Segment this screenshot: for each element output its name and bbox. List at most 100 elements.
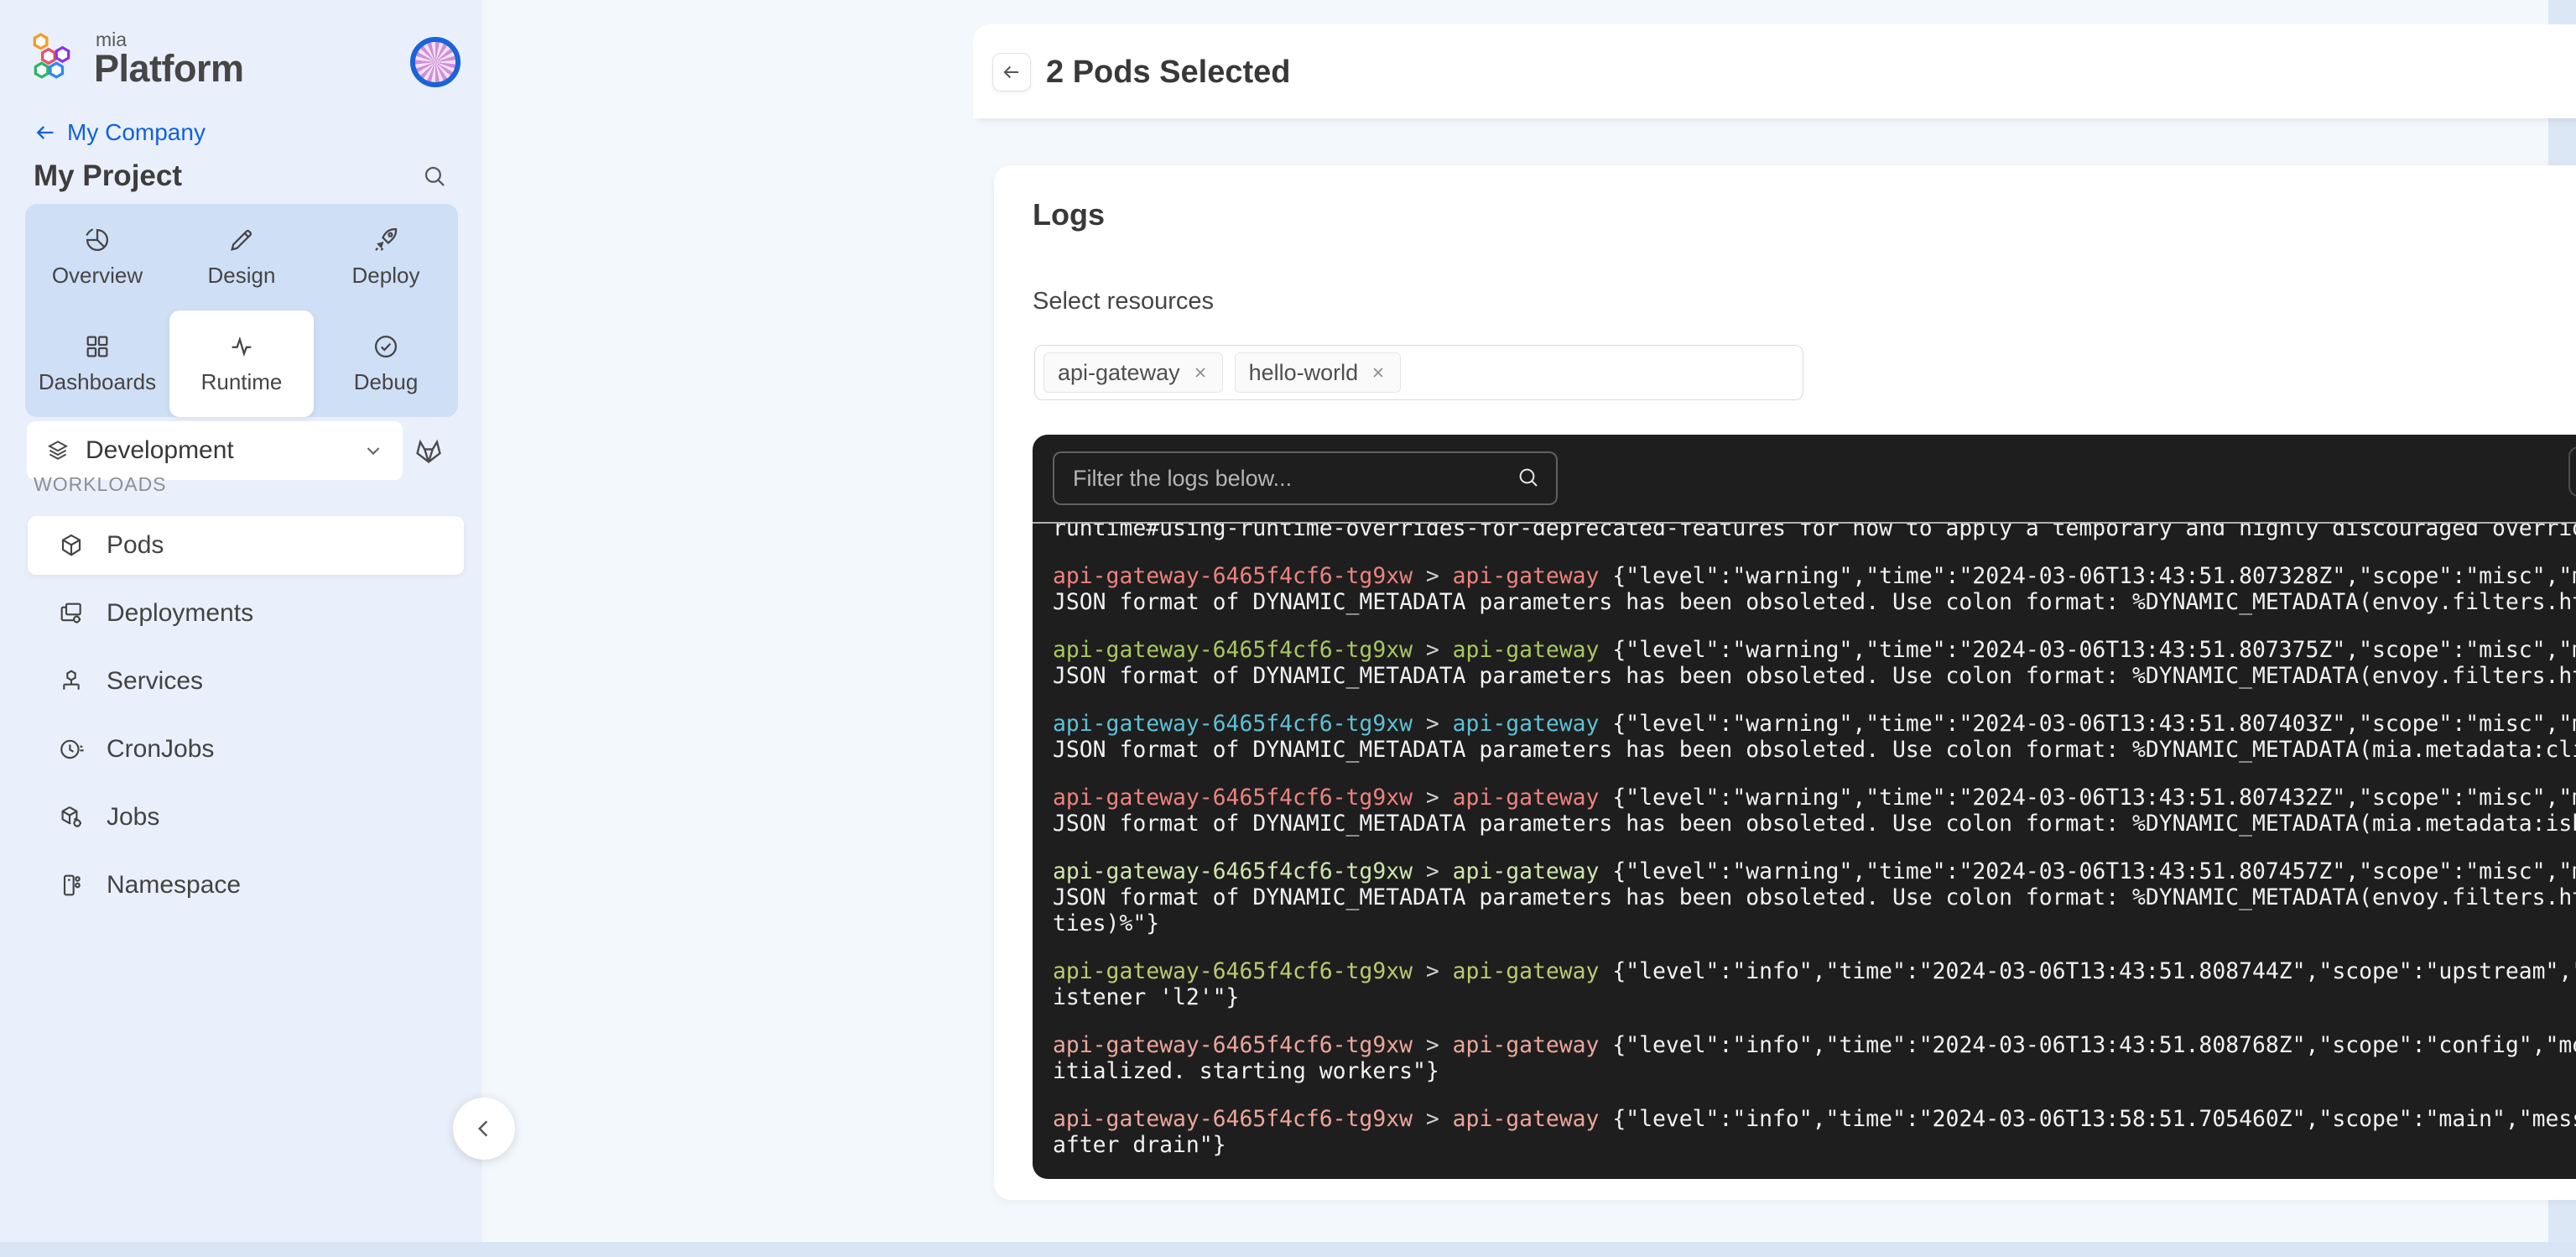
arrow-left-icon xyxy=(36,126,54,139)
log-filter-input[interactable] xyxy=(1053,451,1558,505)
rocket-icon xyxy=(375,227,398,251)
container-name: api-gateway xyxy=(1452,958,1600,984)
sidebar-collapse-button[interactable] xyxy=(453,1098,515,1160)
section-nav: Overview Design Deploy Dashboards Runtim… xyxy=(25,204,458,417)
pod-container-separator: > xyxy=(1413,1106,1453,1132)
container-name: api-gateway xyxy=(1452,858,1600,884)
log-entry: api-gateway-6465f4cf6-tg9xw > api-gatewa… xyxy=(1053,785,2576,837)
tab-overview[interactable]: Overview xyxy=(25,204,169,310)
log-entry: api-gateway-6465f4cf6-tg9xw > api-gatewa… xyxy=(1053,1106,2576,1158)
check-circle-icon xyxy=(374,335,398,358)
avatar[interactable] xyxy=(410,37,461,87)
sidebar-item-cronjobs[interactable]: CronJobs xyxy=(28,720,464,779)
page-header: 2 Pods Selected Restart Pods xyxy=(973,24,2576,118)
pod-name: api-gateway-6465f4cf6-tg9xw xyxy=(1053,711,1413,737)
pod-name: api-gateway-6465f4cf6-tg9xw xyxy=(1053,563,1413,589)
clock-icon xyxy=(60,739,84,759)
log-entry: api-gateway-6465f4cf6-tg9xw > api-gatewa… xyxy=(1053,1032,2576,1084)
sidebar-item-deployments[interactable]: Deployments xyxy=(28,584,464,643)
resource-tag-label: hello-world xyxy=(1248,359,1359,385)
close-icon[interactable] xyxy=(1370,364,1387,381)
search-icon[interactable] xyxy=(421,163,448,190)
back-to-company-link[interactable]: My Company xyxy=(34,119,206,146)
log-entry: api-gateway-6465f4cf6-tg9xw > api-gatewa… xyxy=(1053,637,2576,689)
pod-name: api-gateway-6465f4cf6-tg9xw xyxy=(1053,785,1413,811)
pod-name: api-gateway-6465f4cf6-tg9xw xyxy=(1053,1032,1413,1058)
close-icon[interactable] xyxy=(1192,364,1209,381)
pencil-icon xyxy=(231,229,252,251)
cube-icon xyxy=(61,534,81,556)
sidebar-item-label: Jobs xyxy=(107,803,160,831)
copy-gear-icon xyxy=(60,602,81,623)
log-entry: runtime#using-runtime-overrides-for-depr… xyxy=(1053,524,2576,541)
sidebar-item-label: CronJobs xyxy=(107,735,215,763)
sidebar-item-label: Namespace xyxy=(107,871,242,899)
pod-container-separator: > xyxy=(1413,1032,1453,1058)
sidebar: mia Platform My Company My Project Overv… xyxy=(0,0,482,1242)
layers-icon xyxy=(47,441,69,460)
sidebar-item-jobs[interactable]: Jobs xyxy=(28,788,464,847)
back-button[interactable] xyxy=(992,53,1031,91)
chevron-down-icon xyxy=(367,447,380,455)
tab-label: Overview xyxy=(51,263,143,288)
tab-label: Dashboards xyxy=(38,369,157,394)
sidebar-item-label: Deployments xyxy=(107,599,254,627)
grid-icon xyxy=(86,336,108,357)
environment-label: Development xyxy=(86,436,234,464)
pod-container-separator: > xyxy=(1413,563,1453,589)
logs-card: Logs Select resources api-gateway hello-… xyxy=(994,165,2576,1200)
select-resources-label: Select resources xyxy=(1033,288,1214,315)
tab-debug[interactable]: Debug xyxy=(314,310,458,417)
logs-title: Logs xyxy=(1033,197,1105,232)
container-name: api-gateway xyxy=(1452,785,1600,811)
mia-platform-logo xyxy=(33,33,70,79)
sidebar-item-pods[interactable]: Pods xyxy=(28,516,464,575)
deployed-unit-icon xyxy=(63,670,80,690)
tab-label: Deploy xyxy=(351,263,420,288)
workloads-menu: Pods Deployments Services CronJobs Jobs … xyxy=(28,516,464,924)
container-name: api-gateway xyxy=(1452,563,1600,589)
box-gear-icon xyxy=(61,806,81,827)
brand-platform: Platform xyxy=(94,47,244,90)
resource-tag: api-gateway xyxy=(1043,352,1223,393)
sidebar-item-services[interactable]: Services xyxy=(28,652,464,711)
sidebar-item-label: Pods xyxy=(107,531,164,559)
sidebar-item-label: Services xyxy=(107,667,204,695)
pod-container-separator: > xyxy=(1413,958,1453,984)
pod-container-separator: > xyxy=(1413,785,1453,811)
pod-name: api-gateway-6465f4cf6-tg9xw xyxy=(1053,637,1413,663)
pod-name: api-gateway-6465f4cf6-tg9xw xyxy=(1053,958,1413,984)
log-entries[interactable]: runtime#using-runtime-overrides-for-depr… xyxy=(1053,524,2576,1179)
pod-container-separator: > xyxy=(1413,637,1453,663)
page-bottom-strip xyxy=(0,1242,2576,1257)
pod-container-separator: > xyxy=(1413,858,1453,884)
tab-dashboards[interactable]: Dashboards xyxy=(25,310,169,417)
container-name: api-gateway xyxy=(1452,1032,1600,1058)
project-title: My Project xyxy=(34,159,182,192)
gitlab-icon[interactable] xyxy=(413,435,445,467)
log-entry: api-gateway-6465f4cf6-tg9xw > api-gatewa… xyxy=(1053,858,2576,936)
log-entry: api-gateway-6465f4cf6-tg9xw > api-gatewa… xyxy=(1053,711,2576,763)
tab-deploy[interactable]: Deploy xyxy=(314,204,458,310)
tab-label: Runtime xyxy=(200,369,283,394)
chevron-left-icon xyxy=(477,1120,488,1137)
pod-name: api-gateway-6465f4cf6-tg9xw xyxy=(1053,858,1413,884)
pod-name: api-gateway-6465f4cf6-tg9xw xyxy=(1053,1106,1413,1132)
environment-select[interactable]: Development xyxy=(27,421,403,480)
log-entry: api-gateway-6465f4cf6-tg9xw > api-gatewa… xyxy=(1053,563,2576,615)
container-name: api-gateway xyxy=(1452,711,1600,737)
workloads-section-label: WORKLOADS xyxy=(34,473,167,495)
pod-container-separator: > xyxy=(1413,711,1453,737)
resources-select-input[interactable]: api-gateway hello-world xyxy=(1034,345,1803,400)
resource-tag: hello-world xyxy=(1234,352,1402,393)
tab-design[interactable]: Design xyxy=(169,204,314,310)
tab-label: Design xyxy=(207,263,276,288)
tab-runtime[interactable]: Runtime xyxy=(169,310,314,417)
namespace-icon xyxy=(63,874,81,896)
arrow-left-icon xyxy=(1003,65,1019,79)
resource-tag-label: api-gateway xyxy=(1058,359,1180,385)
scroll-to-top-button[interactable] xyxy=(2568,446,2576,497)
sidebar-item-namespace[interactable]: Namespace xyxy=(28,856,464,915)
log-entry: api-gateway-6465f4cf6-tg9xw > api-gatewa… xyxy=(1053,958,2576,1010)
pie-chart-icon xyxy=(86,228,108,251)
